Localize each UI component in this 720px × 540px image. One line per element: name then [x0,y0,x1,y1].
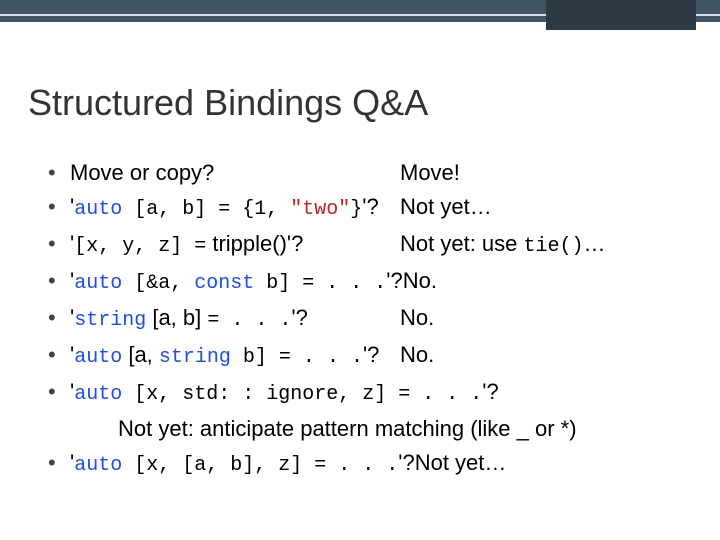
header-accent [546,0,696,30]
slide: Structured Bindings Q&A Move or copy?Mov… [0,0,720,540]
bullet-item: 'string [a, b] = . . .'?No. [48,301,680,338]
bullet-item: 'auto [x, [a, b], z] = . . .'?Not yet… [48,446,680,483]
question-text: 'auto [a, string b] = . . .'? [70,338,400,375]
slide-title: Structured Bindings Q&A [28,82,428,124]
bullet-item: Move or copy?Move! [48,156,680,190]
answer-text: Not yet… [400,190,492,227]
answer-text: No. [400,301,434,338]
answer-text: No. [403,264,437,301]
question-text: 'string [a, b] = . . .'? [70,301,400,338]
answer-text: Not yet: use tie()… [400,227,606,264]
question-text: Move or copy? [70,156,400,190]
question-text: 'auto [a, b] = {1, "two"}'? [70,190,400,227]
answer-text: Not yet… [415,446,507,483]
question-text: 'auto [&a, const b] = . . .'? [70,264,403,301]
sub-answer-text: Not yet: anticipate pattern matching (li… [70,412,680,446]
bullet-item: 'auto [x, std: : ignore, z] = . . .'?Not… [48,375,680,446]
bullet-item: '[x, y, z] = tripple()'?Not yet: use tie… [48,227,680,264]
bullet-item: 'auto [a, string b] = . . .'?No. [48,338,680,375]
answer-text: No. [400,338,434,375]
bullet-item: 'auto [a, b] = {1, "two"}'?Not yet… [48,190,680,227]
bullet-item: 'auto [&a, const b] = . . .'?No. [48,264,680,301]
content-area: Move or copy?Move!'auto [a, b] = {1, "tw… [48,156,680,483]
question-text: 'auto [x, std: : ignore, z] = . . .'? [70,375,499,412]
bullet-list: Move or copy?Move!'auto [a, b] = {1, "tw… [48,156,680,483]
question-text: 'auto [x, [a, b], z] = . . .'? [70,446,415,483]
question-text: '[x, y, z] = tripple()'? [70,227,400,264]
answer-text: Move! [400,156,460,190]
